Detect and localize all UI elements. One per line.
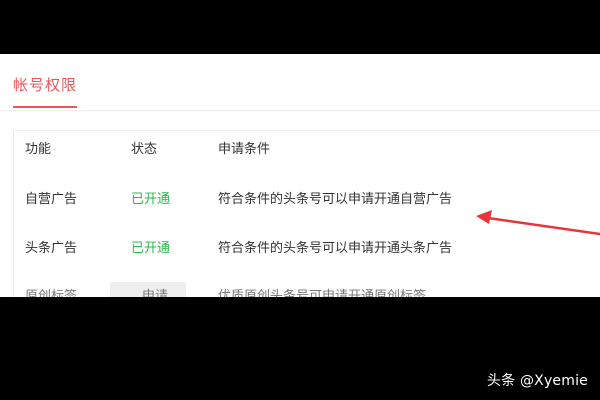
header-status: 状态 bbox=[131, 142, 158, 157]
row-function: 头条广告 bbox=[25, 241, 78, 256]
app-viewport: 帐号权限 功能 状态 申请条件 自营广告 已开通 符合条件的头条号可以申请开通自… bbox=[0, 54, 600, 297]
permissions-table: 功能 状态 申请条件 自营广告 已开通 符合条件的头条号可以申请开通自营广告 头… bbox=[13, 130, 600, 297]
row-status-open: 已开通 bbox=[131, 241, 171, 256]
table-row: 原创标签 申请 优质原创头条号可申请开通原创标签 bbox=[14, 282, 600, 297]
tab-bar: 帐号权限 bbox=[0, 54, 600, 111]
header-function: 功能 bbox=[25, 142, 52, 157]
table-row: 头条广告 已开通 符合条件的头条号可以申请开通头条广告 bbox=[14, 240, 600, 284]
row-status-apply[interactable]: 申请 bbox=[142, 288, 168, 297]
row-function: 自营广告 bbox=[25, 192, 78, 207]
row-status-open: 已开通 bbox=[131, 192, 171, 207]
table-row: 自营广告 已开通 符合条件的头条号可以申请开通自营广告 bbox=[14, 191, 600, 235]
row-function: 原创标签 bbox=[25, 289, 78, 297]
table-header-row: 功能 状态 申请条件 bbox=[14, 141, 600, 185]
watermark-text: 头条 @Xyemie bbox=[486, 373, 588, 389]
row-condition: 符合条件的头条号可以申请开通头条广告 bbox=[218, 241, 453, 256]
row-condition: 优质原创头条号可申请开通原创标签 bbox=[218, 289, 427, 297]
row-condition: 符合条件的头条号可以申请开通自营广告 bbox=[218, 192, 453, 207]
tab-account-permissions[interactable]: 帐号权限 bbox=[13, 74, 77, 95]
header-condition: 申请条件 bbox=[218, 142, 271, 157]
active-tab-indicator bbox=[13, 106, 77, 108]
